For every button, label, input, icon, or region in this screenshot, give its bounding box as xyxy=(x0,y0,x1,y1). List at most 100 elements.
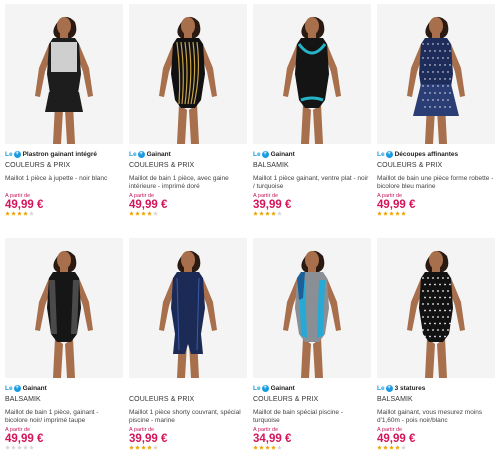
plus-icon: + xyxy=(13,150,21,158)
star-filled-icon xyxy=(147,445,152,450)
product-photo[interactable] xyxy=(129,238,247,378)
swimsuit-sport-icon xyxy=(253,238,371,378)
badge-label: Gainant xyxy=(270,150,295,158)
badge-prefix: Le xyxy=(253,384,261,392)
star-empty-icon xyxy=(401,445,406,450)
product-card-1[interactable]: Le + Plastron gainant intégré COULEURS &… xyxy=(2,0,123,222)
product-price: 49,99 € xyxy=(129,199,168,211)
star-empty-icon xyxy=(277,445,282,450)
star-filled-icon xyxy=(389,445,394,450)
star-filled-icon xyxy=(259,211,264,216)
brand-name[interactable]: COULEURS & PRIX xyxy=(5,162,70,169)
star-filled-icon xyxy=(383,445,388,450)
plus-icon: + xyxy=(137,150,145,158)
product-title[interactable]: Maillot 1 pièce à jupette - noir blanc xyxy=(5,175,122,183)
swimsuit-shorty-icon xyxy=(129,238,247,378)
star-filled-icon xyxy=(271,211,276,216)
feature-badge: Le + Gainant xyxy=(5,383,47,393)
star-filled-icon xyxy=(377,445,382,450)
product-title[interactable]: Maillot 1 pièce shorty couvrant, spécial… xyxy=(129,409,246,425)
product-price: 39,99 € xyxy=(253,199,292,211)
product-photo[interactable] xyxy=(5,4,123,144)
badge-prefix: Le xyxy=(129,150,137,158)
star-filled-icon xyxy=(253,445,258,450)
star-empty-icon xyxy=(29,211,34,216)
product-grid: Le + Plastron gainant intégré COULEURS &… xyxy=(0,0,499,458)
brand-name[interactable]: COULEURS & PRIX xyxy=(129,396,194,403)
product-card-8[interactable]: Le + 3 statures BALSAMIK Maillot gainant… xyxy=(374,234,495,456)
product-title[interactable]: Maillot de bain 1 pièce, avec gaine inté… xyxy=(129,175,246,191)
product-photo[interactable] xyxy=(5,238,123,378)
product-photo[interactable] xyxy=(377,4,495,144)
product-price: 49,99 € xyxy=(377,199,416,211)
product-card-4[interactable]: Le + Découpes affinantes COULEURS & PRIX… xyxy=(374,0,495,222)
star-empty-icon xyxy=(153,445,158,450)
product-card-3[interactable]: Le + Gainant BALSAMIK Maillot 1 pièce ga… xyxy=(250,0,371,222)
star-filled-icon xyxy=(135,211,140,216)
rating-stars xyxy=(129,211,158,217)
badge-label: Découpes affinantes xyxy=(394,150,459,158)
star-filled-icon xyxy=(389,211,394,216)
brand-name[interactable]: BALSAMIK xyxy=(377,396,413,403)
product-card-2[interactable]: Le + Gainant COULEURS & PRIX Maillot de … xyxy=(126,0,247,222)
badge-prefix: Le xyxy=(377,384,385,392)
plus-icon: + xyxy=(385,150,393,158)
star-filled-icon xyxy=(5,211,10,216)
product-photo[interactable] xyxy=(377,238,495,378)
rating-stars xyxy=(5,211,34,217)
product-price: 49,99 € xyxy=(5,433,44,445)
product-card-7[interactable]: Le + Gainant COULEURS & PRIX Maillot de … xyxy=(250,234,371,456)
brand-name[interactable]: BALSAMIK xyxy=(5,396,41,403)
brand-name[interactable]: COULEURS & PRIX xyxy=(129,162,194,169)
star-filled-icon xyxy=(129,211,134,216)
product-title[interactable]: Maillot de bain spécial piscine - turquo… xyxy=(253,409,370,425)
rating-stars xyxy=(129,445,158,451)
star-filled-icon xyxy=(383,211,388,216)
rating-stars xyxy=(377,211,406,217)
badge-label: Plastron gainant intégré xyxy=(22,150,97,158)
badge-label: Gainant xyxy=(270,384,295,392)
star-empty-icon xyxy=(11,445,16,450)
swimsuit-turquoise-trim-icon xyxy=(253,4,371,144)
star-filled-icon xyxy=(377,211,382,216)
badge-prefix: Le xyxy=(5,150,13,158)
star-filled-icon xyxy=(265,211,270,216)
product-title[interactable]: Maillot de bain 1 pièce, gainant - bicol… xyxy=(5,409,122,425)
brand-name[interactable]: COULEURS & PRIX xyxy=(377,162,442,169)
feature-badge: Le + Gainant xyxy=(129,149,171,159)
product-title[interactable]: Maillot 1 pièce gainant, ventre plat - n… xyxy=(253,175,370,191)
product-photo[interactable] xyxy=(253,4,371,144)
brand-name[interactable]: BALSAMIK xyxy=(253,162,289,169)
star-filled-icon xyxy=(265,445,270,450)
product-title[interactable]: Maillot gainant, vous mesurez moins d'1,… xyxy=(377,409,494,425)
star-filled-icon xyxy=(11,211,16,216)
product-photo[interactable] xyxy=(253,238,371,378)
star-empty-icon xyxy=(23,445,28,450)
star-filled-icon xyxy=(135,445,140,450)
star-filled-icon xyxy=(141,445,146,450)
star-empty-icon xyxy=(277,211,282,216)
brand-name[interactable]: COULEURS & PRIX xyxy=(253,396,318,403)
swimsuit-skirt-icon xyxy=(5,4,123,144)
product-card-5[interactable]: Le + Gainant BALSAMIK Maillot de bain 1 … xyxy=(2,234,123,456)
plus-icon: + xyxy=(13,384,21,392)
feature-badge: Le + Plastron gainant intégré xyxy=(5,149,97,159)
star-empty-icon xyxy=(5,445,10,450)
star-filled-icon xyxy=(141,211,146,216)
star-filled-icon xyxy=(147,211,152,216)
star-filled-icon xyxy=(395,445,400,450)
product-title[interactable]: Maillot de bain une pièce forme robette … xyxy=(377,175,494,191)
product-photo[interactable] xyxy=(129,4,247,144)
star-filled-icon xyxy=(259,445,264,450)
feature-badge: Le + 3 statures xyxy=(377,383,425,393)
badge-label: 3 statures xyxy=(394,384,426,392)
star-filled-icon xyxy=(395,211,400,216)
rating-stars xyxy=(253,211,282,217)
plus-icon: + xyxy=(261,384,269,392)
badge-prefix: Le xyxy=(253,150,261,158)
star-filled-icon xyxy=(17,211,22,216)
product-card-6[interactable]: + COULEURS & PRIX Maillot 1 pièce shorty… xyxy=(126,234,247,456)
badge-label: Gainant xyxy=(22,384,47,392)
product-price: 49,99 € xyxy=(5,199,44,211)
swimsuit-dress-dots-icon xyxy=(377,4,495,144)
